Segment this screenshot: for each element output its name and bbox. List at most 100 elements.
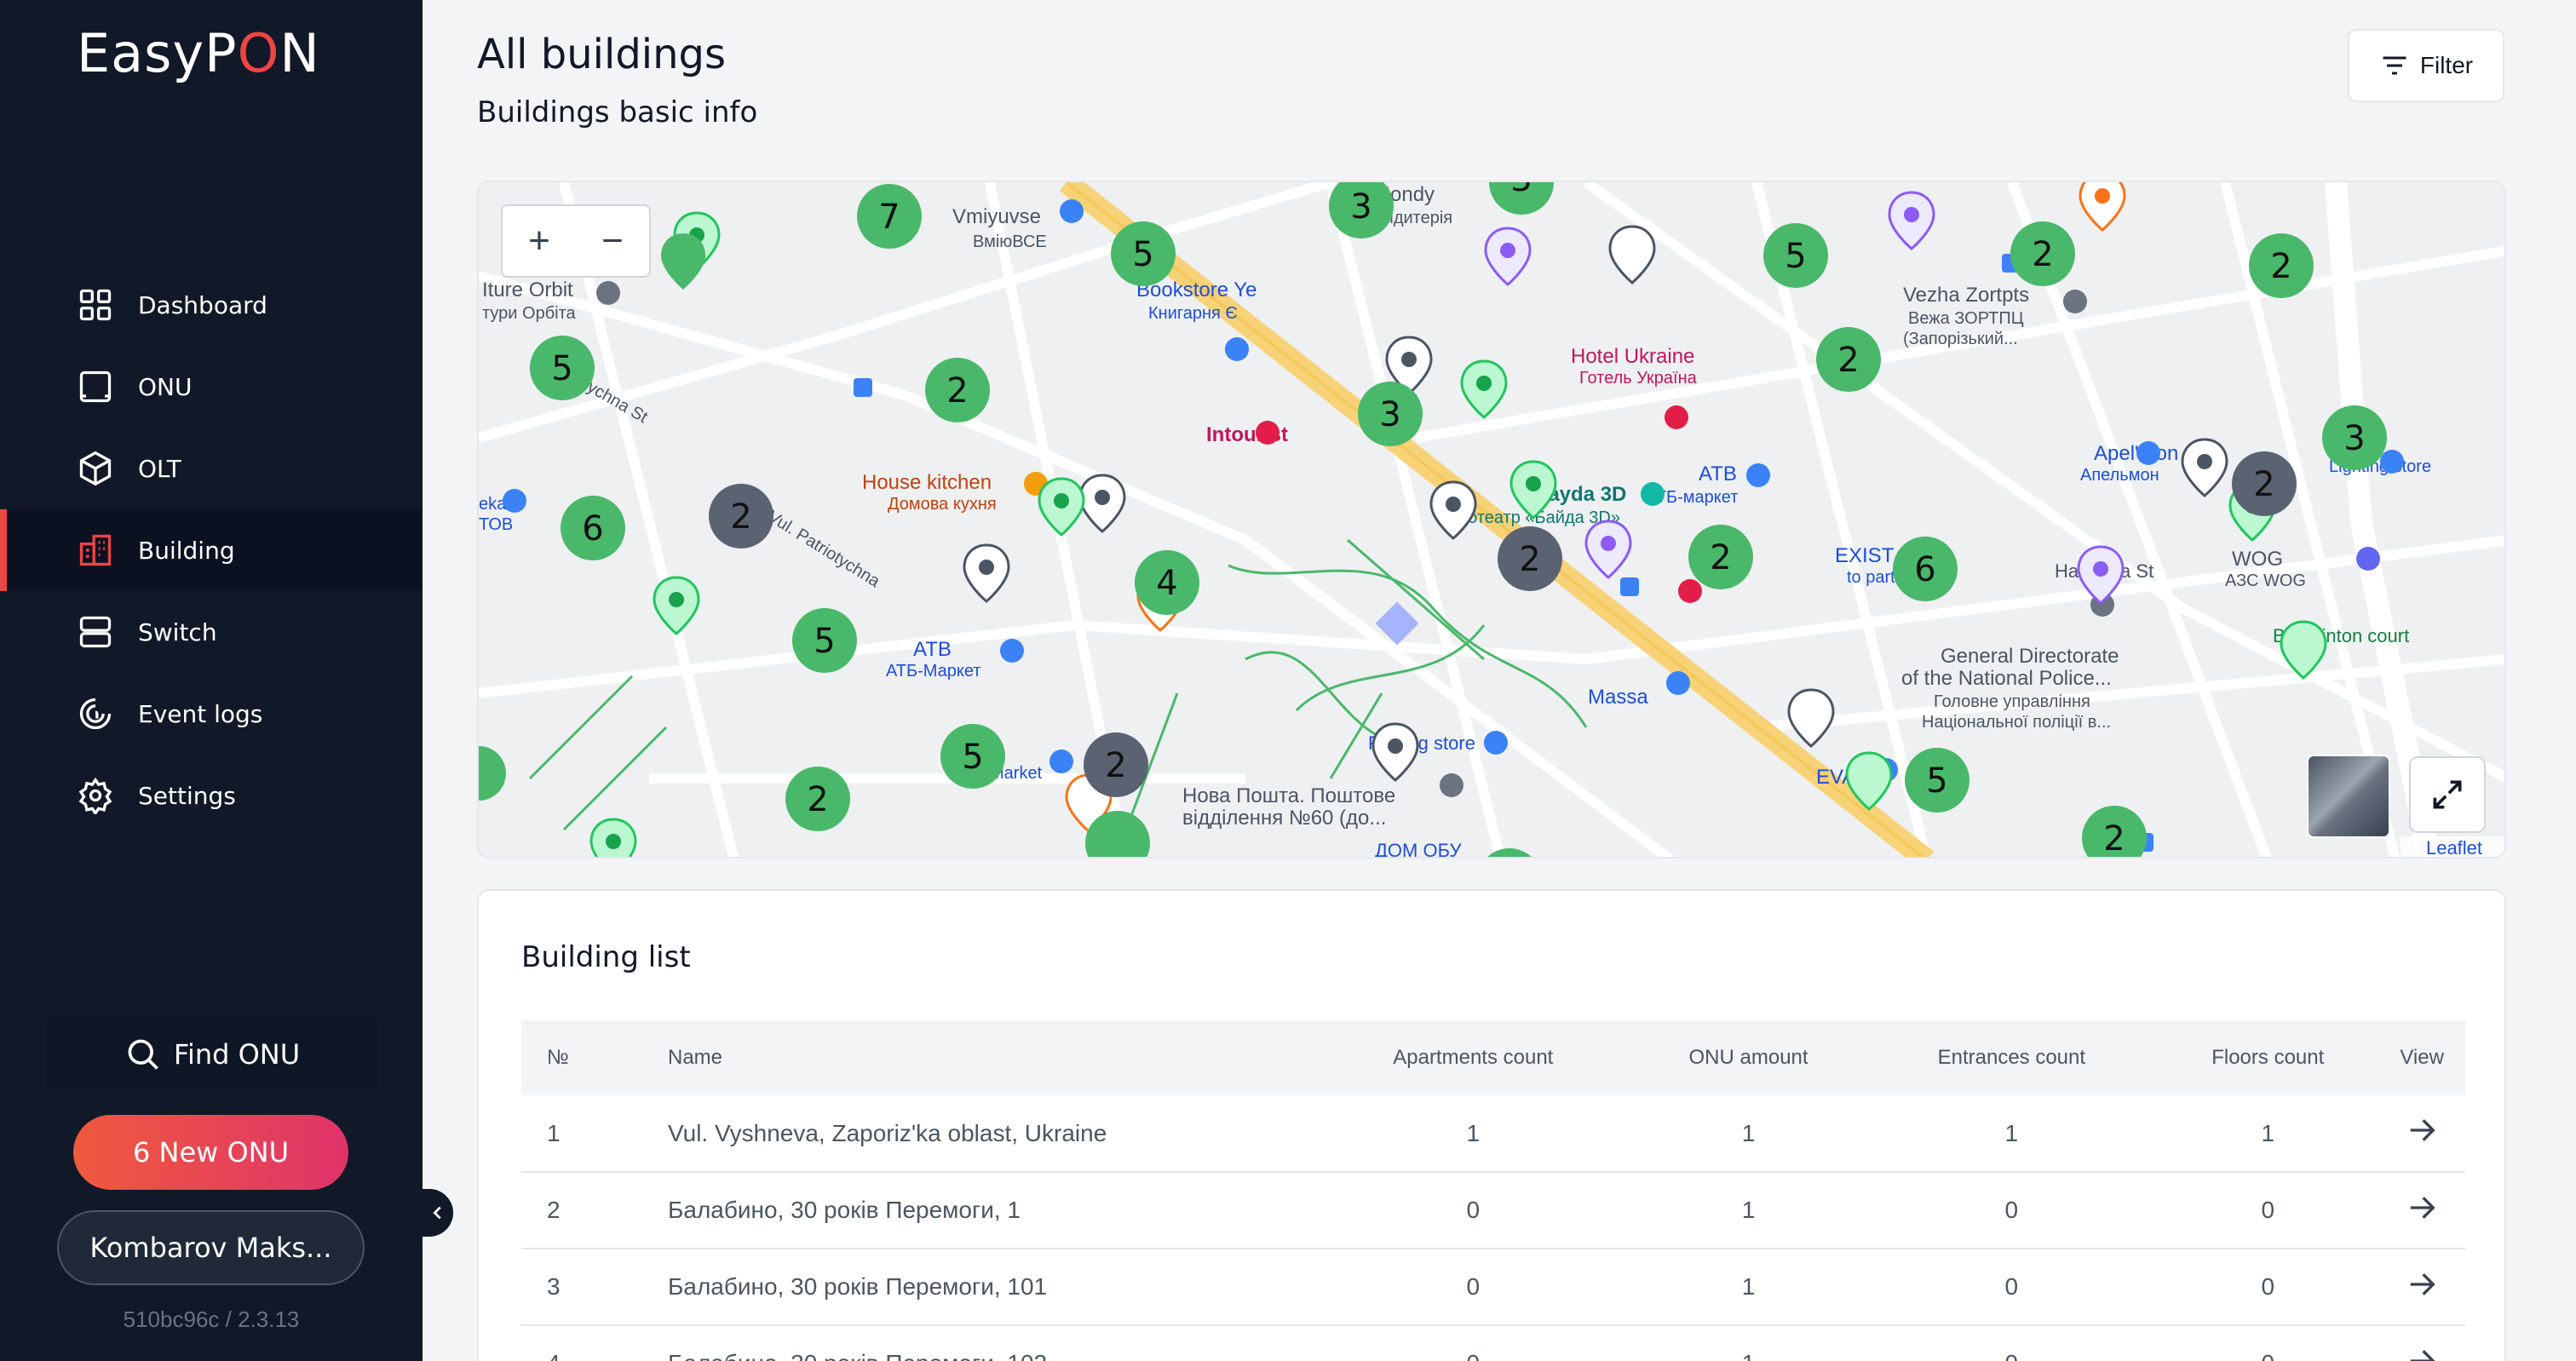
filter-label: Filter: [2419, 52, 2474, 78]
column-header[interactable]: Name: [668, 1020, 1315, 1095]
map-label: Головне управління: [1934, 692, 2090, 711]
cluster-label: 7: [878, 198, 900, 237]
sidebar-item-label: Event logs: [138, 699, 263, 728]
column-header[interactable]: ONU amount: [1631, 1020, 1866, 1095]
sidebar-item-building[interactable]: Building: [0, 509, 423, 591]
cluster-label: 2: [1105, 746, 1126, 785]
sidebar-item-onu[interactable]: ONU: [0, 346, 423, 428]
table-row[interactable]: 3 Балабино, 30 років Перемоги, 101 0 1 0…: [521, 1249, 2465, 1326]
cell-onu: 1: [1630, 1095, 1866, 1173]
sidebar-item-switch[interactable]: Switch: [0, 591, 423, 673]
cluster-label: 5: [1132, 235, 1153, 274]
map-label: Hotel Ukraine: [1571, 345, 1694, 368]
cluster-label: 5: [1926, 761, 1947, 801]
cell-no: 3: [521, 1249, 668, 1326]
map-label: ТОВ: [479, 515, 513, 534]
buildings-map[interactable]: Vmiyuvse ВмiюВСЕ Bookstore Ye Книгарня Є…: [477, 181, 2506, 859]
view-button[interactable]: [2378, 1325, 2465, 1361]
cluster-label: 2: [2032, 235, 2053, 274]
cluster-label: 3: [1379, 395, 1400, 434]
cell-apartments: 0: [1315, 1172, 1631, 1249]
page-title: All buildings: [477, 31, 727, 78]
sidebar-item-settings[interactable]: Settings: [0, 755, 423, 836]
cell-onu: 1: [1630, 1325, 1866, 1361]
map-label: ATB: [1699, 462, 1737, 485]
fingerprint-icon: [79, 698, 112, 730]
map-label: of the National Police...: [1901, 667, 2112, 690]
search-icon: [128, 1039, 158, 1070]
arrow-right-icon: [2410, 1119, 2435, 1141]
map-tiles[interactable]: Vmiyuvse ВмiюВСЕ Bookstore Ye Книгарня Є…: [479, 182, 2506, 859]
map-label: Вежа ЗОРТПЦ: [1908, 309, 2024, 328]
table-row[interactable]: 1 Vul. Vyshneva, Zaporiz'ka oblast, Ukra…: [521, 1095, 2465, 1173]
sidebar: EasyPON Dashboard ONU OLT Building Switc…: [0, 0, 423, 1361]
cluster-label: 5: [814, 622, 835, 661]
cluster-label: 2: [1710, 538, 1731, 577]
building-list-title: Building list: [521, 940, 691, 974]
map-label: Massa: [1588, 686, 1648, 709]
fullscreen-button[interactable]: [2409, 756, 2486, 833]
map-label: ATB: [913, 638, 952, 661]
building-table: № Name Apartments count ONU amount Entra…: [521, 1020, 2465, 1361]
arrow-right-icon: [2410, 1349, 2435, 1361]
column-header[interactable]: №: [521, 1020, 668, 1095]
table-row[interactable]: 4 Балабино, 30 років Перемоги, 102 0 1 0…: [521, 1325, 2465, 1361]
column-header[interactable]: Entrances count: [1866, 1020, 2158, 1095]
cell-name: Балабино, 30 років Перемоги, 101: [668, 1249, 1315, 1326]
grid-icon: [79, 289, 112, 321]
sidebar-item-dashboard[interactable]: Dashboard: [0, 264, 423, 346]
cluster-label: 2: [730, 497, 751, 537]
column-header[interactable]: Apartments count: [1315, 1020, 1631, 1095]
map-label: Апельмон: [2080, 466, 2159, 485]
cell-floors: 0: [2157, 1325, 2379, 1361]
map-label: eka: [479, 495, 507, 514]
cluster-label: 3: [1350, 187, 1371, 227]
map-attribution-link[interactable]: Leaflet: [2401, 836, 2504, 857]
map-label: АЗС WOG: [2225, 571, 2306, 590]
find-onu-button[interactable]: Find ONU: [47, 1017, 377, 1092]
server-icon: [79, 616, 112, 648]
cluster-label: 2: [1837, 341, 1859, 380]
map-label: Книгарня Є: [1148, 304, 1238, 323]
user-menu-button[interactable]: Kombarov Maks...: [57, 1210, 365, 1285]
map-label: Національної поліції в...: [1922, 713, 2111, 732]
map-label: ДОМ ОБУ: [1375, 840, 1462, 859]
app-logo[interactable]: EasyPON: [77, 22, 320, 84]
arrow-right-icon: [2410, 1196, 2435, 1219]
zoom-out-button[interactable]: −: [576, 206, 649, 276]
filter-button[interactable]: Filter: [2348, 29, 2504, 102]
find-onu-label: Find ONU: [173, 1038, 301, 1071]
cell-floors: 0: [2157, 1249, 2379, 1326]
cell-onu: 1: [1630, 1249, 1866, 1326]
cube-icon: [79, 451, 112, 486]
cell-floors: 1: [2157, 1095, 2379, 1173]
cluster-label: 2: [2253, 465, 2274, 504]
map-label: Домова кухня: [888, 495, 997, 514]
cell-apartments: 1: [1315, 1095, 1631, 1173]
sidebar-item-label: Building: [138, 536, 235, 565]
new-onu-button[interactable]: 6 New ONU: [73, 1115, 348, 1190]
sidebar-item-event-logs[interactable]: Event logs: [0, 673, 423, 755]
cluster-label: 2: [807, 780, 828, 819]
cluster-label: 5: [1785, 237, 1806, 276]
table-row[interactable]: 2 Балабино, 30 років Перемоги, 1 0 1 0 0: [521, 1172, 2465, 1249]
map-label: Нова Пошта. Поштове: [1182, 784, 1395, 807]
view-button[interactable]: [2378, 1095, 2465, 1173]
zoom-in-button[interactable]: +: [503, 206, 576, 276]
map-label: (Запорізький...: [1903, 330, 2018, 348]
cell-apartments: 0: [1315, 1325, 1631, 1361]
column-header[interactable]: Floors count: [2157, 1020, 2378, 1095]
cluster-label: 2: [946, 371, 968, 411]
cell-apartments: 0: [1315, 1249, 1631, 1326]
view-button[interactable]: [2378, 1172, 2465, 1249]
app-version: 510bc96c / 2.3.13: [123, 1306, 300, 1332]
cluster-label: 3: [2343, 419, 2365, 458]
building-icon: [79, 534, 112, 566]
cell-entrances: 1: [1866, 1095, 2158, 1173]
map-layer-toggle[interactable]: [2307, 755, 2390, 838]
sidebar-item-olt[interactable]: OLT: [0, 428, 423, 509]
view-button[interactable]: [2378, 1249, 2465, 1326]
cell-floors: 0: [2157, 1172, 2379, 1249]
map-label: Vmiyuvse: [952, 205, 1041, 228]
cluster-label: 5: [551, 349, 572, 388]
